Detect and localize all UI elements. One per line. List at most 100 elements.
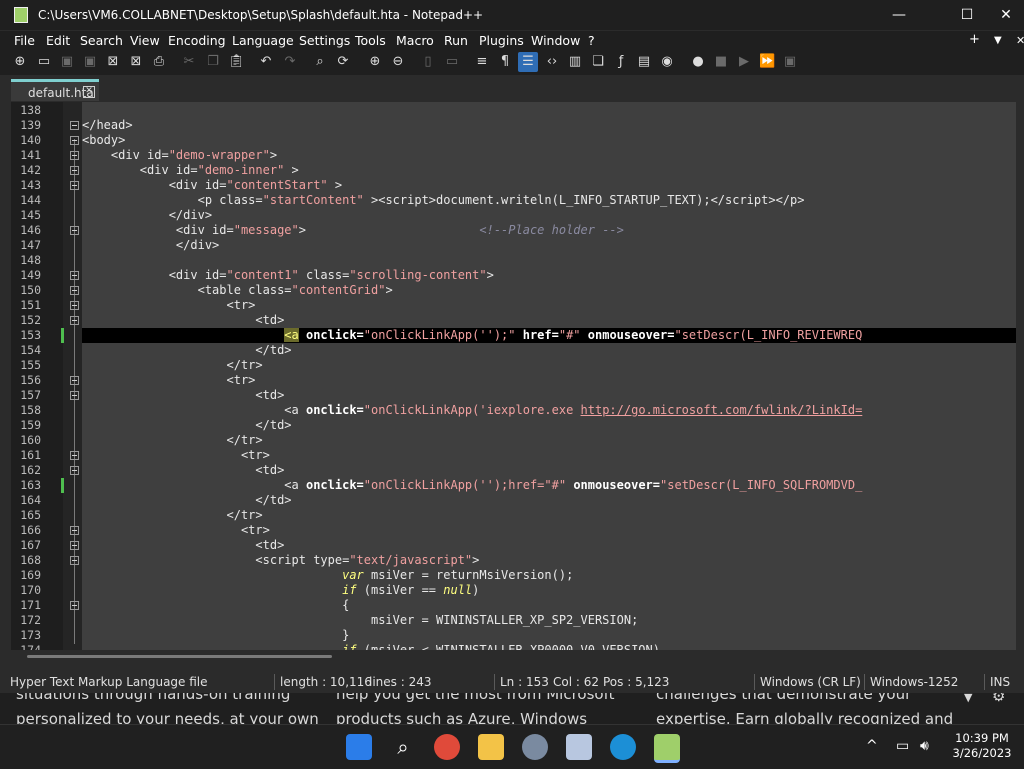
fold-toggle-icon[interactable] [70,391,79,400]
code-line[interactable]: 147 </div> [11,238,1016,253]
code-line[interactable]: 162 <td> [11,463,1016,478]
fold-toggle-icon[interactable] [70,316,79,325]
code-line[interactable]: 159 </td> [11,418,1016,433]
fold-toggle-icon[interactable] [70,271,79,280]
code-line[interactable]: 150 <table class="contentGrid"> [11,283,1016,298]
new-tab-button[interactable]: + [969,32,980,47]
word-wrap-icon[interactable]: ≡ [474,54,490,70]
code-line[interactable]: 163 <a onclick="onClickLinkApp('');href=… [11,478,1016,493]
code-line[interactable]: 160 </tr> [11,433,1016,448]
function-list-icon[interactable]: ƒ [613,54,629,70]
menu-macro[interactable]: Macro [396,33,434,48]
maximize-button[interactable]: ☐ [944,0,990,30]
search-icon[interactable]: ⌕ [390,734,416,760]
code-line[interactable]: 149 <div id="content1" class="scrolling-… [11,268,1016,283]
fold-toggle-icon[interactable] [70,121,79,130]
monitoring-icon[interactable]: ◉ [659,54,675,70]
code-line[interactable]: 172 msiVer = WININSTALLER_XP_SP2_VERSION… [11,613,1016,628]
volume-icon[interactable]: 🔊︎ [920,738,929,754]
paste-icon[interactable]: 📋︎ [228,54,245,70]
record-macro-icon[interactable]: ● [690,54,706,70]
copy-icon[interactable]: ❐ [205,54,221,70]
horizontal-scrollbar-thumb[interactable] [27,655,332,658]
fold-toggle-icon[interactable] [70,376,79,385]
fold-toggle-icon[interactable] [70,526,79,535]
menu-edit[interactable]: Edit [46,33,70,48]
fold-toggle-icon[interactable] [70,466,79,475]
code-line[interactable]: 145 </div> [11,208,1016,223]
start-icon[interactable] [346,734,372,760]
sync-horizontal-icon[interactable]: ▭ [444,54,460,70]
menu-encoding[interactable]: Encoding [168,33,226,48]
minimize-button[interactable]: — [876,0,922,30]
status-eol[interactable]: Windows (CR LF) [760,675,861,689]
settings-icon[interactable] [522,734,548,760]
horizontal-scrollbar[interactable] [11,650,1016,671]
code-line[interactable]: 142 <div id="demo-inner" > [11,163,1016,178]
zoom-in-icon[interactable]: ⊕ [367,54,383,70]
status-insert-mode[interactable]: INS [990,675,1010,689]
file-explorer-icon[interactable] [478,734,504,760]
play-macro-icon[interactable]: ▶ [736,54,752,70]
code-line[interactable]: 139 </head> [11,118,1016,133]
document-map-icon[interactable]: ▥ [567,54,583,70]
code-line[interactable]: 156 <tr> [11,373,1016,388]
code-line[interactable]: 164 </td> [11,493,1016,508]
edge-icon[interactable] [610,734,636,760]
stop-recording-icon[interactable]: ■ [713,54,729,70]
menu-language[interactable]: Language [232,33,294,48]
fold-toggle-icon[interactable] [70,541,79,550]
code-line[interactable]: 173 } [11,628,1016,643]
undo-icon[interactable]: ↶ [258,54,274,70]
tab-default-hta[interactable]: default.hta ✕ [11,79,99,101]
fold-toggle-icon[interactable] [70,151,79,160]
code-line[interactable]: 138 [11,103,1016,118]
replace-icon[interactable]: ⟳ [335,54,351,70]
code-line[interactable]: 153 <a onclick="onClickLinkApp('');" hre… [11,328,1016,343]
sync-vertical-icon[interactable]: ▯ [420,54,436,70]
redo-icon[interactable]: ↷ [282,54,298,70]
menu-plugins[interactable]: Plugins [479,33,524,48]
notepad-plus-plus-taskbar-icon[interactable] [654,734,680,763]
close-icon[interactable]: ⊠ [105,54,121,70]
code-editor[interactable]: 138 139 </head> 140 <body> 141 <div id="demo-… [11,102,1016,650]
code-line[interactable]: 144 <p class="startContent" ><script>doc… [11,193,1016,208]
close-all-icon[interactable]: ⊠ [128,54,144,70]
folder-as-workspace-icon[interactable]: ▤ [636,54,652,70]
fold-toggle-icon[interactable] [70,286,79,295]
fold-toggle-icon[interactable] [70,226,79,235]
menu-tools[interactable]: Tools [355,33,386,48]
status-encoding[interactable]: Windows-1252 [870,675,958,689]
show-all-characters-icon[interactable]: ¶ [497,54,513,70]
code-line[interactable]: 157 <td> [11,388,1016,403]
code-line[interactable]: 152 <td> [11,313,1016,328]
chevron-up-icon[interactable]: ^ [866,738,878,754]
fold-toggle-icon[interactable] [70,166,79,175]
code-line[interactable]: 151 <tr> [11,298,1016,313]
close-document-button[interactable]: ✕ [1016,34,1024,47]
document-list-icon[interactable]: ❏ [590,54,606,70]
save-macro-icon[interactable]: ▣ [782,54,798,70]
fold-toggle-icon[interactable] [70,601,79,610]
save-icon[interactable]: ▣ [59,54,75,70]
menu-run[interactable]: Run [444,33,468,48]
tab-list-button[interactable]: ▼ [994,35,1002,46]
code-line[interactable]: 168 <script type="text/javascript"> [11,553,1016,568]
code-line[interactable]: 166 <tr> [11,523,1016,538]
code-line[interactable]: 169 var msiVer = returnMsiVersion(); [11,568,1016,583]
zoom-out-icon[interactable]: ⊖ [390,54,406,70]
save-all-icon[interactable]: ▣ [82,54,98,70]
menu-help[interactable]: ? [588,33,595,48]
fold-toggle-icon[interactable] [70,181,79,190]
code-line[interactable]: 148 [11,253,1016,268]
clock[interactable]: 10:39 PM 3/26/2023 [950,731,1014,761]
run-macro-multiple-icon[interactable]: ⏩ [759,54,775,70]
code-line[interactable]: 165 </tr> [11,508,1016,523]
fold-toggle-icon[interactable] [70,136,79,145]
fold-toggle-icon[interactable] [70,451,79,460]
find-icon[interactable]: ⌕ [312,54,328,70]
menu-search[interactable]: Search [80,33,123,48]
code-line[interactable]: 170 if (msiVer == null) [11,583,1016,598]
code-line[interactable]: 141 <div id="demo-wrapper"> [11,148,1016,163]
code-line[interactable]: 154 </td> [11,343,1016,358]
